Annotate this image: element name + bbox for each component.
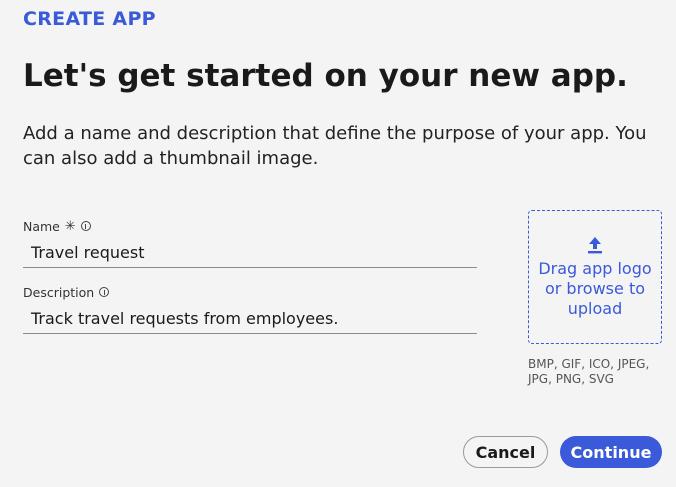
- info-icon[interactable]: [80, 221, 91, 231]
- page-eyebrow: CREATE APP: [23, 8, 156, 30]
- page-title: Let's get started on your new app.: [23, 58, 628, 94]
- continue-button[interactable]: Continue: [560, 436, 662, 468]
- upload-label: Drag app logo or browse to upload: [538, 259, 652, 318]
- name-input[interactable]: Travel request: [23, 237, 477, 268]
- name-field-label-row: Name ✳: [23, 218, 477, 234]
- name-label: Name: [23, 218, 60, 234]
- description-field: Description Track travel requests from e…: [23, 284, 477, 334]
- description-label: Description: [23, 284, 95, 300]
- upload-icon: [588, 237, 602, 254]
- info-icon[interactable]: [99, 287, 110, 297]
- description-field-label-row: Description: [23, 284, 477, 300]
- required-icon: ✳: [64, 218, 76, 234]
- name-field: Name ✳ Travel request: [23, 218, 477, 268]
- supported-formats: BMP, GIF, ICO, JPEG, JPG, PNG, SVG: [528, 357, 650, 386]
- description-input[interactable]: Track travel requests from employees.: [23, 303, 477, 334]
- logo-upload-dropzone[interactable]: Drag app logo or browse to upload: [528, 210, 662, 344]
- cancel-button[interactable]: Cancel: [463, 436, 548, 468]
- page-subtitle: Add a name and description that define t…: [23, 123, 647, 169]
